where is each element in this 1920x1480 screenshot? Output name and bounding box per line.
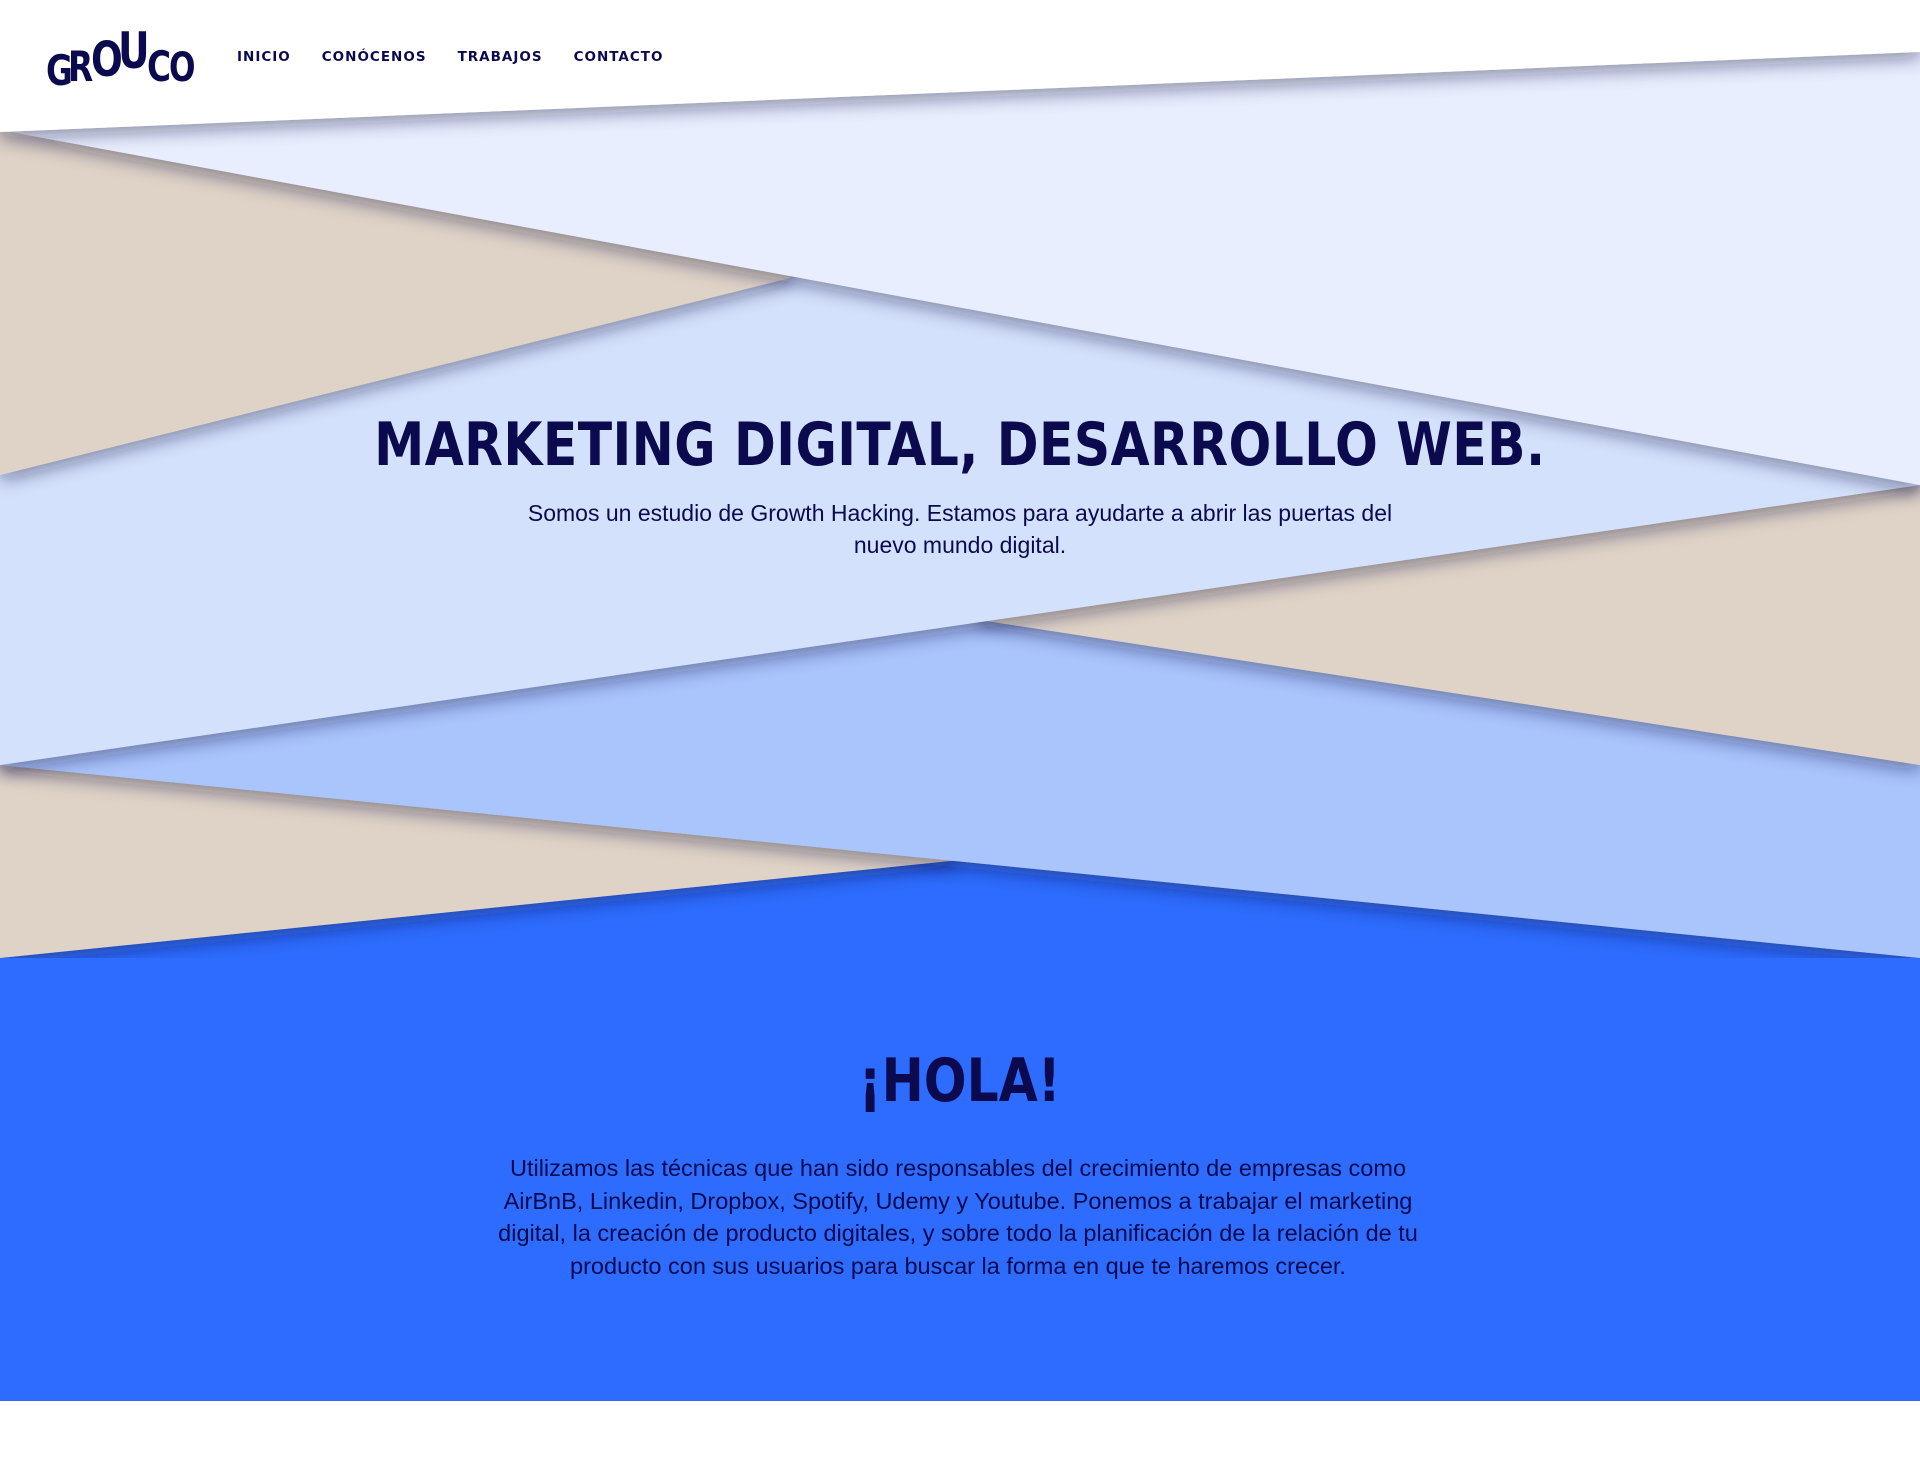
hola-title: ¡HOLA! (858, 1046, 1061, 1116)
hero-background (0, 0, 1920, 960)
hero-title: MARKETING DIGITAL, DESARROLLO WEB. (374, 410, 1546, 480)
nav-link-contacto[interactable]: CONTACTO (574, 49, 664, 65)
nav-link-conocenos[interactable]: CONÓCENOS (322, 49, 427, 65)
logo-letter-u: U (118, 22, 150, 80)
grouco-logo[interactable]: G R O U C O (46, 24, 196, 94)
site-header: G R O U C O INICIO CONÓCENOS TRABAJOS CO… (0, 0, 1920, 120)
hero-subtitle: Somos un estudio de Growth Hacking. Esta… (527, 500, 1393, 558)
hola-section: ¡HOLA! Utilizamos las técnicas que han s… (0, 958, 1920, 1401)
nav-link-inicio[interactable]: INICIO (237, 49, 291, 65)
hola-description: Utilizamos las técnicas que han sido res… (498, 1155, 1418, 1279)
main-nav: INICIO CONÓCENOS TRABAJOS CONTACTO (237, 49, 663, 65)
logo-letter-c: C (147, 42, 172, 91)
nav-link-trabajos[interactable]: TRABAJOS (458, 49, 543, 65)
hero-section: MARKETING DIGITAL, DESARROLLO WEB. Somos… (0, 0, 1920, 960)
logo-letter-r: R (68, 42, 94, 91)
logo-letter-o2: O (169, 45, 196, 91)
